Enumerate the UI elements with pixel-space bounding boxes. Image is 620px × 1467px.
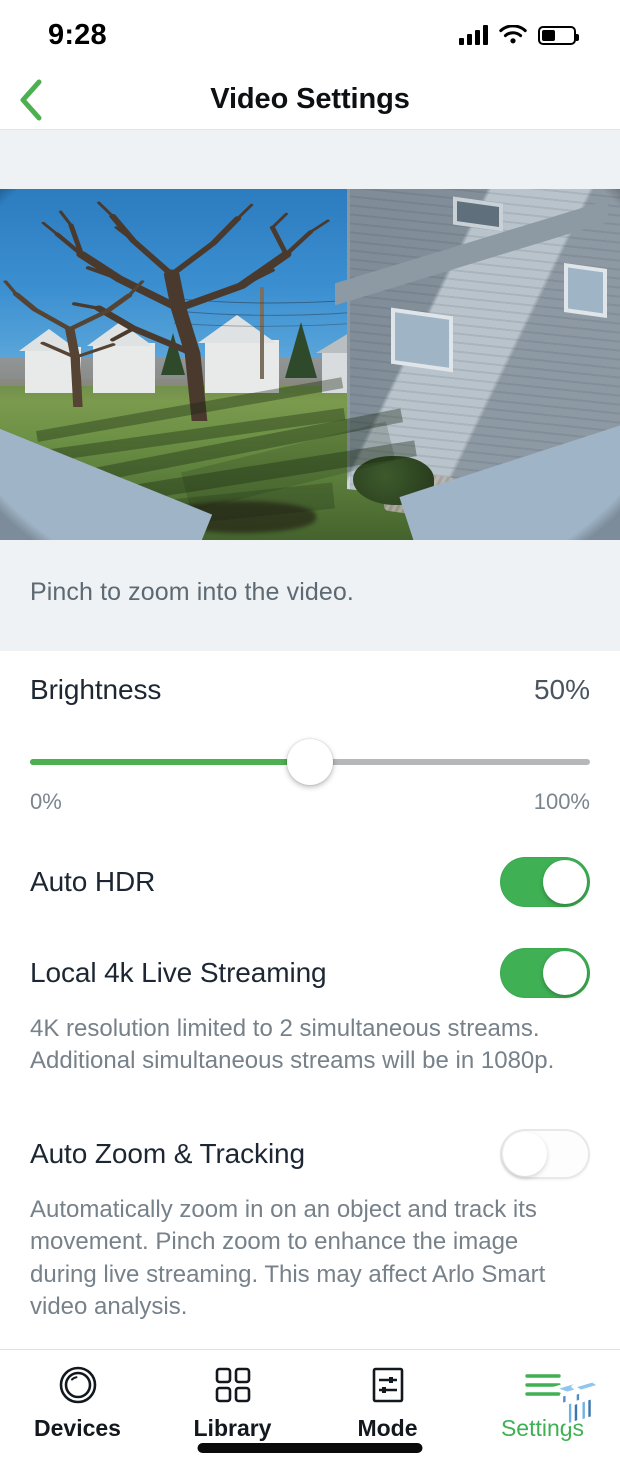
back-button[interactable] bbox=[0, 79, 62, 121]
slider-track[interactable] bbox=[30, 739, 590, 785]
slider-thumb[interactable] bbox=[287, 739, 333, 785]
tab-devices-label: Devices bbox=[34, 1415, 121, 1442]
status-time: 9:28 bbox=[48, 18, 107, 51]
chevron-left-icon bbox=[20, 79, 42, 120]
tab-devices[interactable]: Devices bbox=[0, 1364, 155, 1442]
tab-mode[interactable]: Mode bbox=[310, 1364, 465, 1442]
local-4k-label: Local 4k Live Streaming bbox=[30, 957, 327, 988]
preview-caption: Pinch to zoom into the video. bbox=[0, 540, 620, 651]
auto-hdr-label: Auto HDR bbox=[30, 866, 156, 897]
tab-mode-label: Mode bbox=[357, 1415, 418, 1442]
camera-video-preview[interactable] bbox=[0, 189, 620, 540]
nav-bar: Video Settings bbox=[0, 70, 620, 130]
page-title: Video Settings bbox=[210, 83, 410, 115]
tab-settings-label: Settings bbox=[500, 1415, 585, 1442]
cellular-signal-icon bbox=[459, 25, 488, 45]
status-icons bbox=[459, 24, 579, 46]
home-indicator bbox=[197, 1443, 423, 1454]
dark-ground-patch bbox=[167, 501, 317, 533]
video-preview-section: Pinch to zoom into the video. bbox=[0, 130, 620, 651]
tab-settings[interactable]: Settings bbox=[465, 1364, 620, 1442]
camera-lens-icon bbox=[58, 1364, 98, 1406]
preview-top-spacer bbox=[0, 130, 620, 189]
auto-zoom-label: Auto Zoom & Tracking bbox=[30, 1137, 306, 1169]
house-window-1 bbox=[390, 307, 453, 373]
toggle-knob bbox=[543, 951, 587, 995]
bottom-tab-bar: Devices Library Mode Settings bbox=[0, 1349, 620, 1467]
local-4k-toggle[interactable] bbox=[500, 948, 590, 998]
tab-library-label: Library bbox=[193, 1415, 272, 1442]
auto-zoom-section: Auto Zoom & Tracking Automatically zoom … bbox=[0, 1103, 620, 1350]
brightness-slider[interactable] bbox=[0, 729, 620, 785]
bare-tree-secondary bbox=[3, 280, 145, 407]
slider-fill bbox=[30, 759, 310, 765]
sliders-square-icon bbox=[370, 1364, 406, 1406]
status-bar: 9:28 bbox=[0, 0, 620, 70]
slider-min-label: 0% bbox=[30, 789, 62, 814]
toggle-knob bbox=[543, 860, 587, 904]
brightness-value: 50% bbox=[533, 674, 590, 705]
auto-hdr-toggle[interactable] bbox=[500, 857, 590, 907]
local-4k-description: 4K resolution limited to 2 simultaneous … bbox=[30, 1015, 555, 1075]
local-4k-section: Local 4k Live Streaming 4K resolution li… bbox=[0, 923, 620, 1104]
toggle-knob bbox=[503, 1131, 547, 1176]
slider-max-label: 100% bbox=[533, 789, 590, 814]
battery-icon bbox=[538, 25, 579, 45]
auto-zoom-description: Automatically zoom in on an object and t… bbox=[30, 1195, 546, 1320]
auto-zoom-row[interactable]: Auto Zoom & Tracking bbox=[0, 1118, 620, 1190]
auto-hdr-row[interactable]: Auto HDR bbox=[0, 841, 620, 923]
grid-squares-icon bbox=[214, 1364, 252, 1406]
brightness-label: Brightness bbox=[30, 674, 162, 705]
local-4k-row[interactable]: Local 4k Live Streaming bbox=[0, 937, 620, 1009]
auto-hdr-section: Auto HDR bbox=[0, 841, 620, 923]
phone-screen: 9:28 Video Settings Pinch to zoom into t… bbox=[0, 0, 620, 1467]
brightness-section: Brightness 50% 0% 100% bbox=[0, 651, 620, 841]
hamburger-lines-icon bbox=[524, 1364, 562, 1406]
wifi-icon bbox=[499, 24, 527, 43]
auto-zoom-toggle[interactable] bbox=[500, 1128, 590, 1179]
house-window-2 bbox=[564, 263, 608, 319]
tab-library[interactable]: Library bbox=[155, 1364, 310, 1442]
brightness-row: Brightness 50% bbox=[0, 651, 620, 729]
